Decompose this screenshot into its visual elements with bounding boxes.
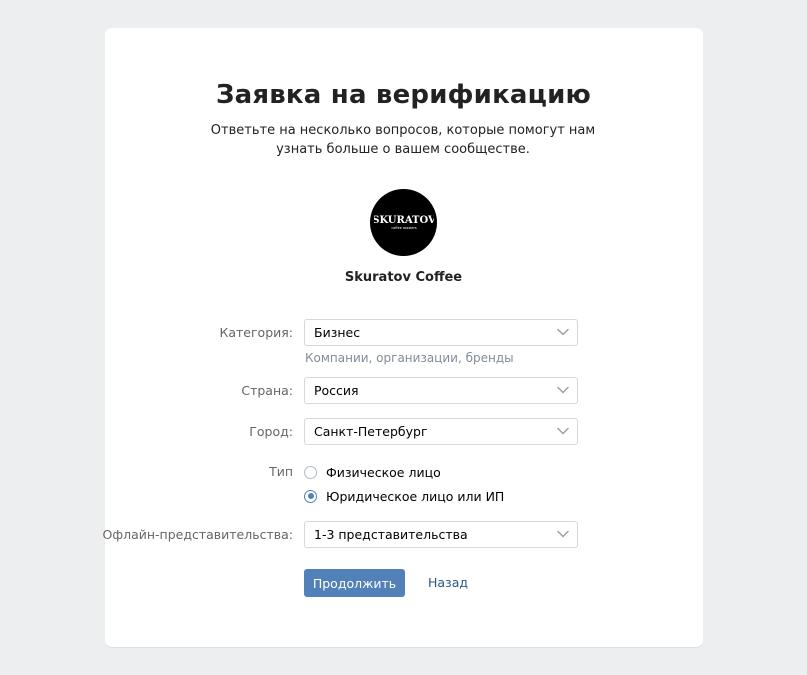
page-subtitle: Ответьте на несколько вопросов, которые … bbox=[210, 123, 596, 157]
page-title: Заявка на верификацию bbox=[215, 80, 592, 110]
category-hint: Компании, организации, бренды bbox=[305, 351, 514, 365]
radio-button[interactable] bbox=[304, 465, 317, 479]
category-label: Категория: bbox=[219, 325, 293, 340]
radio-individual[interactable]: Физическое лицо bbox=[304, 464, 441, 480]
country-label: Страна: bbox=[241, 383, 293, 398]
category-select[interactable]: Бизнес bbox=[304, 319, 578, 346]
logo-subtext: coffee roasters bbox=[391, 226, 417, 230]
chevron-down-icon bbox=[557, 530, 569, 538]
chevron-down-icon bbox=[557, 328, 569, 336]
radio-individual-label: Физическое лицо bbox=[326, 464, 441, 480]
city-label: Город: bbox=[249, 424, 293, 439]
country-select[interactable]: Россия bbox=[304, 377, 578, 404]
radio-legal-entity-label: Юридическое лицо или ИП bbox=[326, 488, 505, 504]
offline-value: 1-3 представительства bbox=[314, 527, 468, 542]
community-avatar: SKURATOV coffee roasters bbox=[370, 189, 437, 256]
type-label: Тип bbox=[269, 464, 293, 479]
chevron-down-icon bbox=[557, 427, 569, 435]
category-value: Бизнес bbox=[314, 325, 361, 340]
radio-legal-entity[interactable]: Юридическое лицо или ИП bbox=[304, 488, 504, 504]
chevron-down-icon bbox=[557, 386, 569, 394]
continue-button[interactable]: Продолжить bbox=[304, 569, 405, 597]
city-select[interactable]: Санкт-Петербург bbox=[304, 418, 578, 445]
offline-select[interactable]: 1-3 представительства bbox=[304, 521, 578, 548]
radio-button-checked[interactable] bbox=[304, 489, 317, 503]
skuratov-logo-icon: SKURATOV coffee roasters bbox=[374, 215, 434, 230]
city-value: Санкт-Петербург bbox=[314, 424, 428, 439]
country-value: Россия bbox=[314, 383, 359, 398]
back-link[interactable]: Назад bbox=[428, 575, 468, 590]
community-name: Skuratov Coffee bbox=[344, 270, 463, 285]
offline-label: Офлайн-представительства: bbox=[102, 527, 293, 542]
logo-text: SKURATOV bbox=[374, 215, 434, 226]
